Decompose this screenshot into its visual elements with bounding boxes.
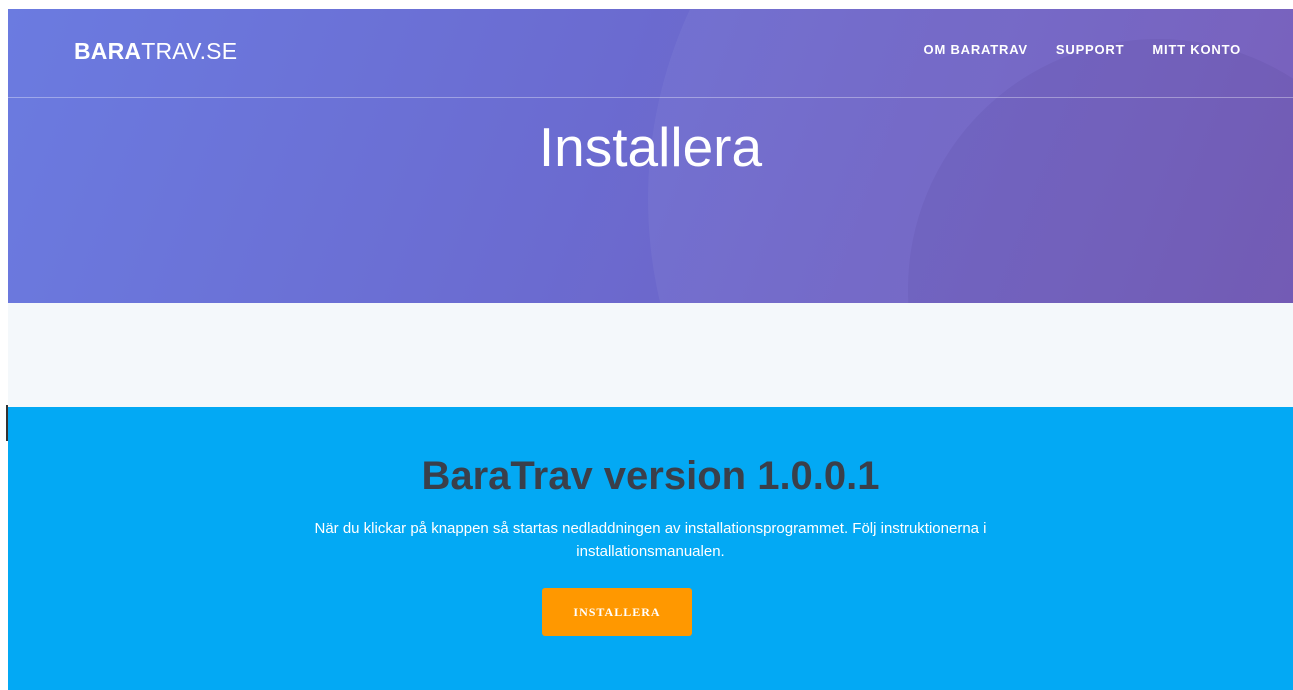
brand-light: TRAV.SE	[141, 38, 238, 64]
nav-mitt-konto[interactable]: MITT KONTO	[1152, 42, 1241, 57]
nav-om-baratrav[interactable]: OM BARATRAV	[924, 42, 1028, 57]
version-heading: BaraTrav version 1.0.0.1	[421, 454, 880, 498]
spacer-band	[8, 303, 1293, 407]
download-section: BaraTrav version 1.0.0.1 När du klickar …	[8, 407, 1293, 690]
main-nav: OM BARATRAV SUPPORT MITT KONTO	[924, 42, 1241, 57]
nav-support[interactable]: SUPPORT	[1056, 42, 1124, 57]
brand-logo-link[interactable]: BARATRAV.SE	[74, 38, 237, 65]
brand-bold: BARA	[74, 38, 142, 64]
page-frame: BARATRAV.SE OM BARATRAV SUPPORT MITT KON…	[8, 9, 1293, 690]
download-description: När du klickar på knappen så startas ned…	[314, 520, 987, 560]
install-button[interactable]: INSTALLERA	[542, 588, 692, 636]
top-navbar: BARATRAV.SE OM BARATRAV SUPPORT MITT KON…	[8, 9, 1293, 98]
page-title: Installera	[538, 116, 763, 178]
hero-section: BARATRAV.SE OM BARATRAV SUPPORT MITT KON…	[8, 9, 1293, 303]
